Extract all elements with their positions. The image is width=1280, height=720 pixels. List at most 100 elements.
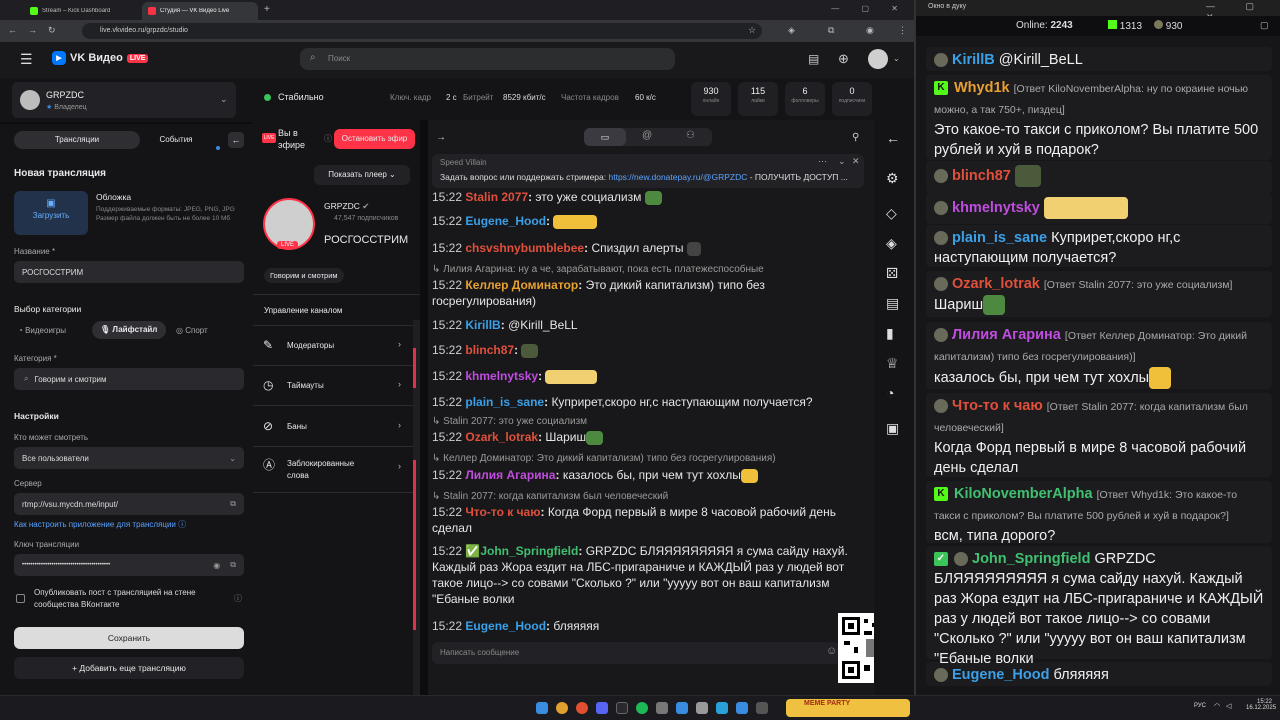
window-controls[interactable]: — ▢ ✕ [831, 4, 908, 13]
chat-message: 15:22 plain_is_sane: Куприрет,скоро нг,с… [432, 395, 813, 409]
language-indicator[interactable]: РУС [1194, 703, 1206, 709]
channel-name: GRPZDC [46, 90, 84, 100]
copy-icon[interactable]: ⧉ [230, 560, 236, 570]
channel-selector[interactable]: GRPZDC ★ Владелец ⌄ [12, 82, 236, 118]
category-label: Категория * [14, 354, 57, 363]
channel-role: ★ Владелец [46, 104, 87, 111]
obs-icon[interactable] [576, 702, 588, 714]
users-icon[interactable]: ⚇ [686, 130, 695, 141]
publish-checkbox[interactable] [16, 594, 25, 603]
url-field[interactable]: live.vkvideo.ru/grpzdc/studio [82, 23, 762, 39]
category-input[interactable]: ⌕ Говорим и смотрим [14, 368, 244, 390]
stats-icon[interactable]: ▮ [886, 325, 894, 342]
category-choice-title: Выбор категории [14, 304, 82, 314]
copy-icon[interactable]: ⧉ [230, 499, 236, 509]
telegram-icon[interactable] [716, 702, 728, 714]
message-text: khmelnytsky [934, 197, 1128, 219]
gear-icon[interactable]: ⚙ [886, 170, 899, 187]
help-icon[interactable]: ⓘ [234, 593, 242, 604]
extensions-puzzle-icon[interactable]: ⧉ [828, 25, 834, 36]
pinned-message: Speed Villain ⋯ ⌄ ✕ Задать вопрос или по… [432, 154, 864, 188]
moderators-item[interactable]: ✎ Модераторы › [253, 326, 413, 366]
studio-icon[interactable]: ▤ [808, 52, 819, 66]
pin-icon[interactable]: ⚲ [852, 132, 859, 143]
donate-link[interactable]: https://new.donatepay.ru/@GRPZDC [609, 172, 748, 182]
bans-item[interactable]: ⊘ Баны › [253, 407, 413, 447]
dice-icon[interactable]: ⚄ [886, 265, 898, 282]
arrow-left-icon[interactable]: ← [886, 130, 900, 146]
gem-icon[interactable]: ◇ [886, 205, 897, 222]
arrow-right-icon[interactable]: → [436, 132, 446, 143]
add-stream-button[interactable]: + Добавить еще трансляцию [14, 657, 244, 679]
steam-icon[interactable] [616, 702, 628, 714]
new-tab-icon[interactable]: + [264, 4, 270, 15]
server-field[interactable]: rtmp://vsu.mycdn.me/input/⧉ [14, 493, 244, 515]
timeouts-item[interactable]: ◷ Таймауты › [253, 366, 413, 406]
reload-icon[interactable]: ↻ [48, 25, 56, 36]
trophy-icon[interactable]: ♕ [886, 355, 899, 372]
discord-icon[interactable] [596, 702, 608, 714]
menu-dots-icon[interactable]: ⋮ [898, 25, 907, 36]
chevron-down-icon[interactable]: ⌄ [893, 54, 900, 63]
url-text: live.vkvideo.ru/grpzdc/studio [100, 27, 188, 34]
chat-icon[interactable]: ◔ [886, 385, 894, 401]
category-lifestyle-tab[interactable]: 🎙 Лайфстайл [92, 321, 166, 339]
app-icon[interactable] [656, 702, 668, 714]
emoji-picker-icon[interactable]: ☺ [826, 645, 837, 657]
app-icon[interactable] [676, 702, 688, 714]
chevron-down-icon[interactable]: ⌄ [838, 156, 846, 167]
vk-video-logo[interactable]: ▶ VK Видео LIVE [52, 51, 149, 65]
start-icon[interactable] [536, 702, 548, 714]
add-circle-icon[interactable]: ⊕ [838, 51, 849, 67]
user-avatar[interactable] [868, 49, 888, 69]
upload-cover-button[interactable]: ▣ Загрузить [14, 191, 88, 235]
chrome-icon[interactable] [556, 702, 568, 714]
diamond-icon[interactable]: ◈ [886, 235, 897, 252]
extension-icon[interactable]: ◈ [788, 25, 795, 36]
hamburger-menu-icon[interactable]: ☰ [20, 51, 33, 68]
meme-party-widget[interactable]: MEME PARTY [786, 699, 910, 717]
stream-key-field[interactable]: ••••••••••••••••••••••••••••••••••••••••… [14, 554, 244, 576]
image-icon: ▣ [46, 198, 56, 209]
category-tag[interactable]: Говорим и смотрим [264, 268, 344, 283]
help-icon[interactable]: ⓘ [324, 133, 332, 144]
howto-link[interactable]: Как настроить приложение для трансляции … [14, 519, 186, 530]
blocked-words-item[interactable]: Ⓐ Заблокированные слова › [253, 447, 413, 493]
wand-icon: ✎ [263, 338, 274, 352]
app-icon[interactable] [696, 702, 708, 714]
settings-icon[interactable]: ▢ [1260, 20, 1269, 31]
tab-streams[interactable]: Трансляции [14, 131, 140, 149]
volume-icon[interactable]: ◁ [1226, 702, 1231, 710]
clock[interactable]: 15:22 16.12.2025 [1246, 699, 1276, 711]
chat-bubbles-icon[interactable]: ▭ [584, 128, 626, 146]
stream-name-input[interactable]: РОСГОССТРИМ [14, 261, 244, 283]
category-games-tab[interactable]: ◔ Видеоигры [18, 326, 66, 335]
bookmark-star-icon[interactable]: ☆ [748, 25, 756, 36]
list-icon[interactable]: ▤ [886, 295, 899, 312]
more-icon[interactable]: ⋯ [818, 156, 827, 167]
tab-events[interactable]: События [146, 131, 206, 149]
app-icon[interactable] [756, 702, 768, 714]
who-can-watch-select[interactable]: Все пользователи ⌄ [14, 447, 244, 469]
show-player-button[interactable]: Показать плеер ⌄ [314, 165, 410, 185]
chat-message-input[interactable]: Написать сообщение [432, 642, 840, 664]
back-icon[interactable]: ← [8, 25, 17, 35]
profile-icon[interactable]: ◉ [866, 25, 874, 36]
collapse-panel-button[interactable]: ← [228, 132, 244, 148]
wifi-icon[interactable]: ◠ [1214, 702, 1220, 710]
stop-stream-button[interactable]: Остановить эфир [334, 129, 415, 149]
search-input[interactable]: ⌕ Поиск [300, 48, 675, 70]
eye-icon[interactable]: ◉ [213, 561, 220, 570]
tools-sidebar: ← ⚙ ◇ ◈ ⚄ ▤ ▮ ♕ ◔ ▣ [874, 120, 914, 695]
chat-message: 15:22 Что-то к чаю: Когда Форд первый в … [432, 505, 836, 535]
at-icon[interactable]: @ [642, 130, 652, 141]
browser-tab-vk[interactable]: Студия — VK Видео Live [142, 2, 258, 20]
category-sport-tab[interactable]: ◎ Спорт [176, 326, 208, 335]
clip-icon[interactable]: ▣ [886, 420, 899, 437]
browser-tab-kick[interactable]: Stream – Kick Dashboard [24, 2, 140, 20]
save-button[interactable]: Сохранить [14, 627, 244, 649]
close-icon[interactable]: ✕ [852, 156, 860, 167]
app-icon[interactable] [736, 702, 748, 714]
forward-icon[interactable]: → [28, 25, 37, 35]
spotify-icon[interactable] [636, 702, 648, 714]
